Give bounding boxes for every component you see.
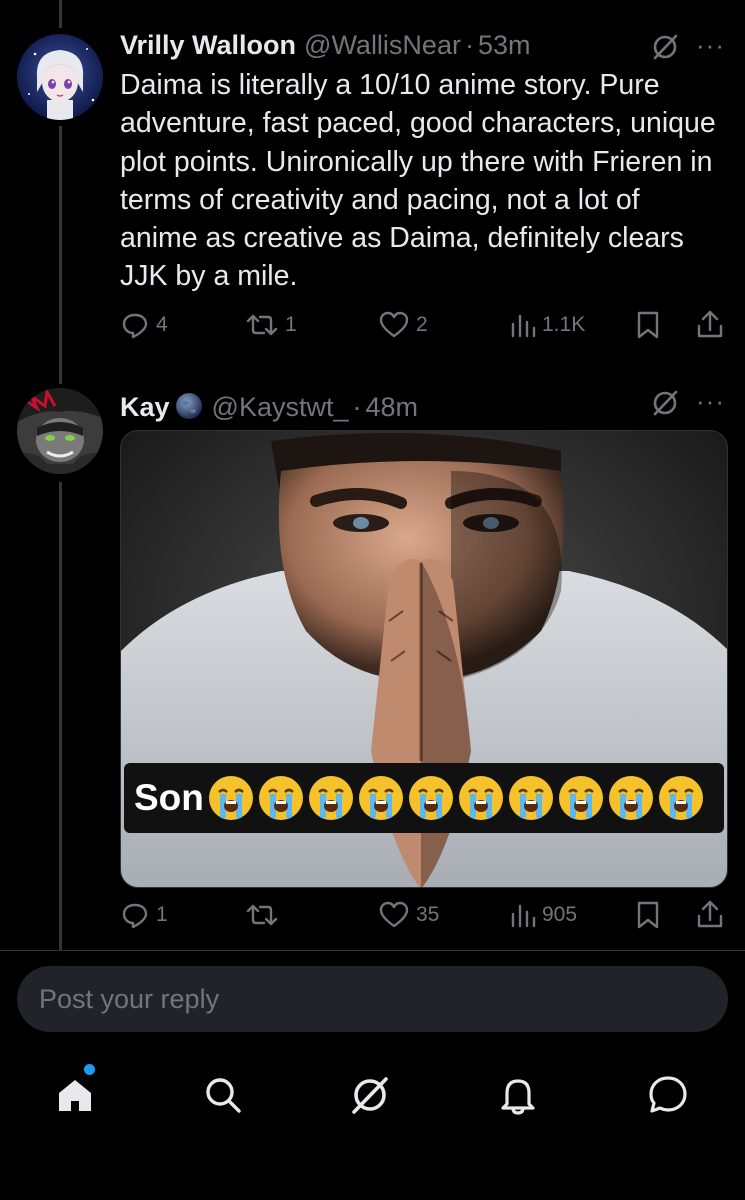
tweet-actions: 4 1 2 1.1K [120,308,725,348]
thread-view: Vrilly Walloon @WallisNear · 53m ··· Dai… [0,0,745,1200]
display-name[interactable]: Kay [120,392,170,423]
crying-face-emoji-icon [456,773,506,823]
username[interactable]: @WallisNear [304,30,461,61]
bookmark-button[interactable] [635,310,661,340]
repost-icon [246,314,278,336]
crying-emoji-row [206,773,706,823]
display-name[interactable]: Vrilly Walloon [120,30,296,61]
crying-face-emoji-icon [606,773,656,823]
view-count: 1.1K [542,313,586,336]
share-button[interactable] [695,898,725,930]
thread-connector [59,126,62,384]
heart-icon [379,901,409,928]
reply-icon [122,313,148,339]
timestamp[interactable]: 53m [478,30,531,61]
tweet-actions: 1 35 905 [120,898,725,938]
separator: · [352,392,362,422]
share-icon [697,900,723,928]
like-button[interactable]: 2 [378,310,428,340]
like-count: 35 [416,903,440,926]
like-button[interactable]: 35 [378,900,439,930]
reply-button[interactable]: 1 [120,900,168,930]
more-icon[interactable]: ··· [696,30,725,61]
crying-face-emoji-icon [406,773,456,823]
repost-button[interactable] [245,900,285,930]
view-count: 905 [542,903,578,926]
repost-count: 1 [285,313,297,336]
tweet-header: Vrilly Walloon @WallisNear · 53m [120,30,531,61]
username[interactable]: @Kaystwt_ [212,392,349,423]
like-count: 2 [416,313,428,336]
home-icon [59,1080,91,1111]
messages-icon [649,1076,687,1113]
grok-icon [352,1077,388,1114]
bottom-nav [0,1050,745,1140]
reply-icon [122,903,148,929]
views-icon [511,314,536,338]
divider [0,950,745,951]
thread-connector [59,482,62,950]
crying-face-emoji-icon [356,773,406,823]
repost-icon [246,904,278,926]
grok-icon[interactable] [650,32,680,67]
meme-caption: Son [124,763,724,833]
new-activity-badge [84,1064,95,1075]
nav-home[interactable] [50,1070,100,1120]
tweet-header: Kay @Kaystwt_ · 48m [120,386,418,423]
grok-icon[interactable] [650,388,680,423]
tweet-text: Daima is literally a 10/10 anime story. … [120,69,716,293]
views-icon [511,904,536,928]
crying-face-emoji-icon [506,773,556,823]
avatar[interactable] [17,388,103,474]
nav-messages[interactable] [643,1070,693,1120]
tweet-media[interactable]: Son [120,430,728,888]
crying-face-emoji-icon [306,773,356,823]
heart-icon [379,311,409,338]
crying-face-emoji-icon [656,773,706,823]
bookmark-button[interactable] [635,900,661,930]
separator: · [464,30,474,60]
crying-face-emoji-icon [206,773,256,823]
bell-icon [501,1079,535,1115]
share-icon [697,310,723,338]
reply-count: 4 [156,313,168,336]
caption-text: Son [134,777,204,818]
nav-search[interactable] [198,1070,248,1120]
reply-input[interactable]: Post your reply [17,966,728,1032]
reply-button[interactable]: 4 [120,310,168,340]
bookmark-icon [637,901,659,929]
nav-grok[interactable] [345,1070,395,1120]
nav-notifications[interactable] [493,1070,543,1120]
share-button[interactable] [695,308,725,340]
search-icon [206,1078,241,1113]
crying-face-emoji-icon [256,773,306,823]
timestamp[interactable]: 48m [365,392,418,423]
repost-button[interactable]: 1 [245,310,297,340]
more-icon[interactable]: ··· [696,386,725,417]
views-button[interactable]: 905 [510,900,577,930]
reply-placeholder: Post your reply [39,983,220,1014]
views-button[interactable]: 1.1K [510,310,585,340]
crying-face-emoji-icon [556,773,606,823]
avatar[interactable] [17,34,103,120]
thread-connector [59,0,62,28]
reply-count: 1 [156,903,168,926]
planet-emoji-icon [174,391,204,421]
bookmark-icon [637,311,659,339]
